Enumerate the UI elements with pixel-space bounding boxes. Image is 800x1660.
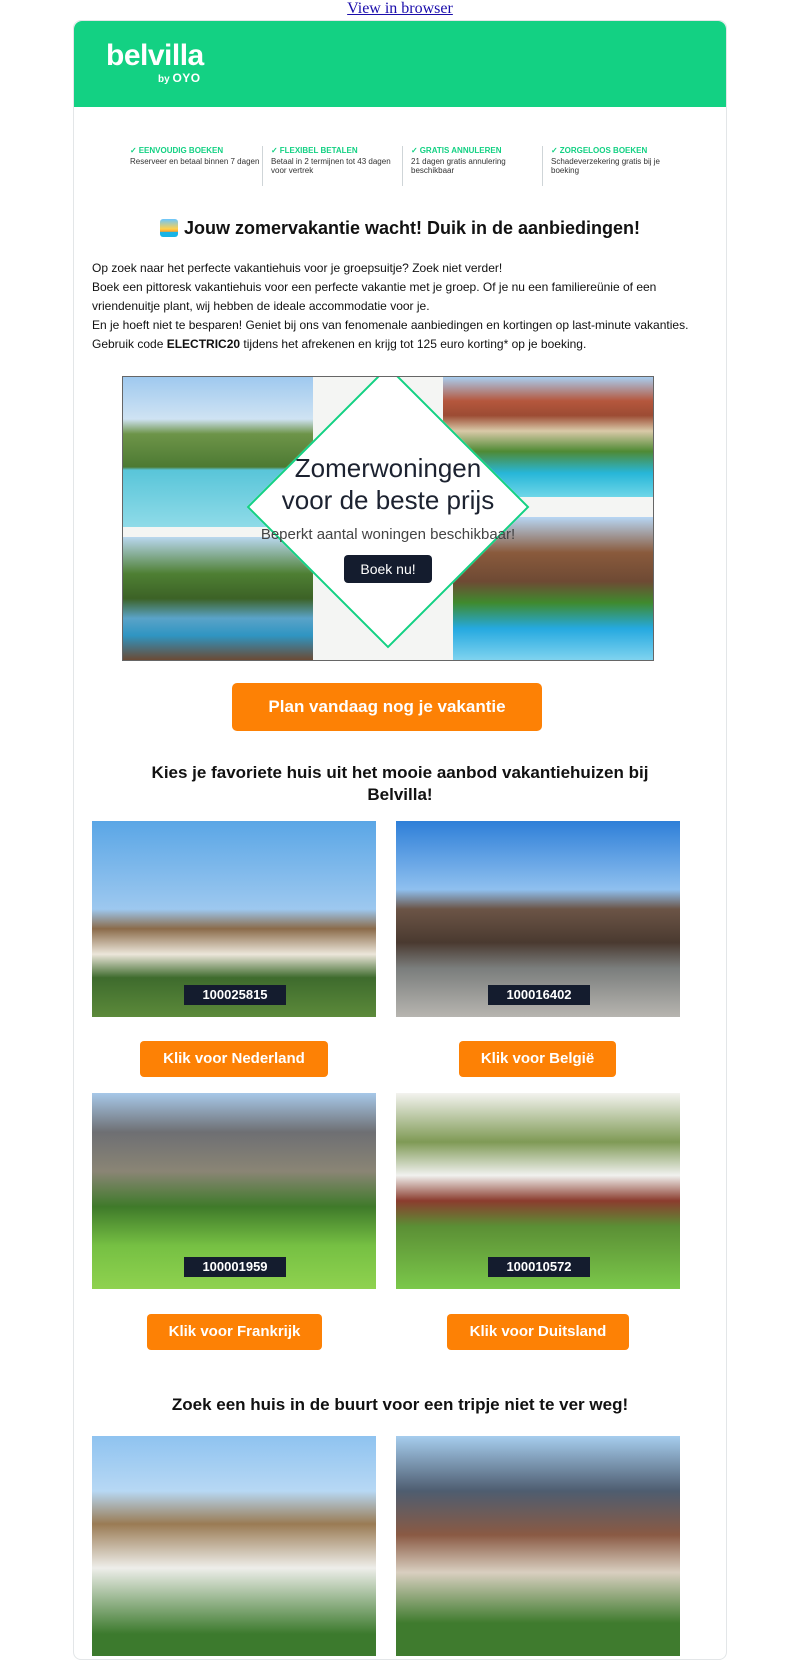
check-icon: ✓ bbox=[551, 146, 558, 155]
intro-text: Op zoek naar het perfecte vakantiehuis v… bbox=[92, 259, 712, 354]
check-icon: ✓ bbox=[411, 146, 418, 155]
house-photo-nederland[interactable]: 100025815 bbox=[92, 821, 376, 1017]
usp-title: GRATIS ANNULEREN bbox=[419, 146, 502, 155]
frankrijk-button[interactable]: Klik voor Frankrijk bbox=[147, 1314, 322, 1350]
banner-subtitle: Beperkt aantal woningen beschikbaar! bbox=[260, 526, 516, 543]
house-id-badge: 100025815 bbox=[184, 985, 286, 1005]
usp-title: ZORGELOOS BOEKEN bbox=[559, 146, 648, 155]
usp-text: Betaal in 2 termijnen tot 43 dagen voor … bbox=[271, 157, 391, 175]
usp-text: 21 dagen gratis annulering beschikbaar bbox=[411, 157, 506, 175]
house-id-badge: 100001959 bbox=[184, 1257, 286, 1277]
banner-headline-1: Zomerwoningen bbox=[294, 453, 482, 483]
intro-heading-text: Jouw zomervakantie wacht! Duik in de aan… bbox=[183, 218, 641, 238]
logo-wordmark: belvilla bbox=[106, 39, 204, 72]
logo-by-text: by bbox=[158, 74, 170, 85]
house-photo-belgie[interactable]: 100016402 bbox=[396, 821, 680, 1017]
view-in-browser-link[interactable]: View in browser bbox=[347, 0, 453, 17]
banner-book-button[interactable]: Boek nu! bbox=[344, 555, 432, 583]
choose-heading: Kies je favoriete huis uit het mooie aan… bbox=[151, 763, 649, 804]
plan-vacation-button[interactable]: Plan vandaag nog je vakantie bbox=[232, 683, 542, 731]
discount-code: ELECTRIC20 bbox=[166, 337, 241, 351]
nearby-heading: Zoek een huis in de buurt voor een tripj… bbox=[171, 1395, 629, 1414]
usp-title: FLEXIBEL BETALEN bbox=[279, 146, 358, 155]
brand-header: belvilla by OYO bbox=[74, 21, 726, 107]
usp-text: Reserveer en betaal binnen 7 dagen bbox=[130, 157, 260, 166]
intro-paragraph: En je hoeft niet te besparen! Geniet bij… bbox=[92, 318, 689, 332]
banner-headline-2: voor de beste prijs bbox=[281, 485, 495, 515]
intro-paragraph: Boek een pittoresk vakantiehuis voor een… bbox=[92, 280, 657, 313]
banner-text: Zomerwoningen voor de beste prijs Beperk… bbox=[243, 452, 533, 583]
check-icon: ✓ bbox=[271, 146, 278, 155]
beach-emoji-icon bbox=[159, 219, 178, 237]
house-photo-frankrijk[interactable]: 100001959 bbox=[92, 1093, 376, 1289]
duitsland-button[interactable]: Klik voor Duitsland bbox=[447, 1314, 629, 1350]
logo-partner-text: OYO bbox=[172, 71, 201, 85]
nearby-house-photo[interactable] bbox=[92, 1436, 376, 1656]
usp-bar: ✓ EENVOUDIG BOEKEN Reserveer en betaal bi… bbox=[122, 146, 682, 186]
house-photo-duitsland[interactable]: 100010572 bbox=[396, 1093, 680, 1289]
usp-item: ✓ EENVOUDIG BOEKEN Reserveer en betaal bi… bbox=[122, 146, 262, 186]
usp-item: ✓ FLEXIBEL BETALEN Betaal in 2 termijnen … bbox=[262, 146, 402, 186]
logo-byline: by OYO bbox=[158, 71, 201, 85]
belvilla-logo[interactable]: belvilla by OYO bbox=[106, 39, 204, 86]
intro-paragraph: Op zoek naar het perfecte vakantiehuis v… bbox=[92, 261, 503, 275]
usp-item: ✓ GRATIS ANNULEREN 21 dagen gratis annule… bbox=[402, 146, 542, 186]
intro-paragraph-code: Gebruik code ELECTRIC20 tijdens het afre… bbox=[92, 337, 587, 351]
view-in-browser-bar: View in browser bbox=[0, 0, 800, 18]
usp-item: ✓ ZORGELOOS BOEKEN Schadeverzekering grat… bbox=[542, 146, 682, 186]
belgie-button[interactable]: Klik voor België bbox=[459, 1041, 616, 1077]
usp-title: EENVOUDIG BOEKEN bbox=[138, 146, 224, 155]
email-card: belvilla by OYO ✓ EENVOUDIG BOEKEN Reserv… bbox=[73, 20, 727, 1660]
house-id-badge: 100016402 bbox=[488, 985, 590, 1005]
usp-text: Schadeverzekering gratis bij je boeking bbox=[551, 157, 660, 175]
check-icon: ✓ bbox=[130, 146, 137, 155]
nederland-button[interactable]: Klik voor Nederland bbox=[140, 1041, 328, 1077]
nearby-house-photo[interactable] bbox=[396, 1436, 680, 1656]
house-id-badge: 100010572 bbox=[488, 1257, 590, 1277]
intro-heading: Jouw zomervakantie wacht! Duik in de aan… bbox=[74, 218, 726, 239]
promo-banner[interactable]: Zomerwoningen voor de beste prijs Beperk… bbox=[122, 376, 654, 661]
